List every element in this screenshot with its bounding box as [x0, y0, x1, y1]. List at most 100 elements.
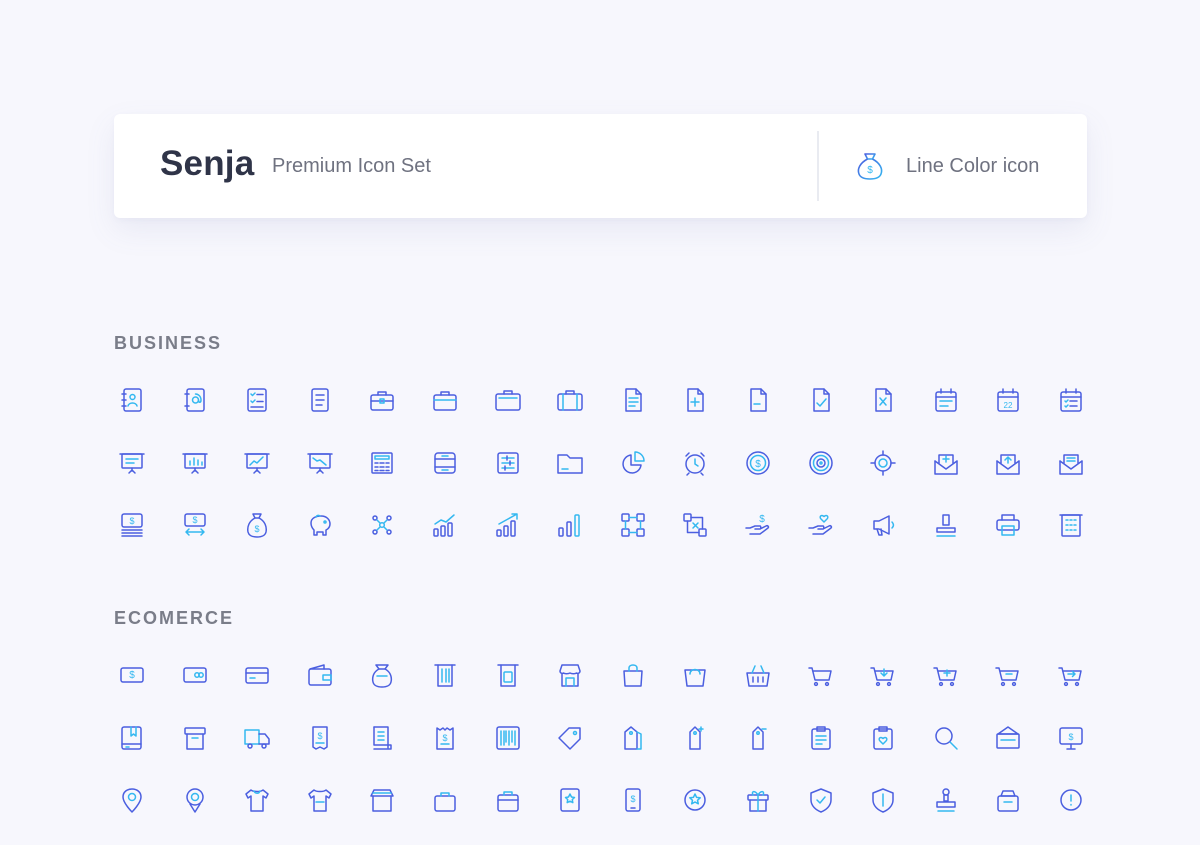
location-pin-alt-icon [177, 782, 213, 818]
contact-book-icon [114, 382, 150, 418]
wallet-icon [302, 657, 338, 693]
briefcase-wide-icon [490, 382, 526, 418]
briefcase-icon [364, 382, 400, 418]
search-icon [928, 720, 964, 756]
svg-text:$: $ [442, 733, 447, 743]
clock-info-icon [1053, 782, 1089, 818]
building-icon [1053, 507, 1089, 543]
flow-cancel-icon [677, 507, 713, 543]
shopping-cart-icon [803, 657, 839, 693]
delivery-truck-icon [239, 720, 275, 756]
mail-open-icon [1053, 445, 1089, 481]
double-tag-icon [615, 720, 651, 756]
crosshair-icon [865, 445, 901, 481]
package-box-icon [177, 720, 213, 756]
catalog-book-icon [114, 720, 150, 756]
divider [817, 131, 819, 201]
bill-dollar-icon: $ [427, 720, 463, 756]
header-card: Senja Premium Icon Set $ Line Color icon [114, 114, 1087, 218]
address-book-at-icon [177, 382, 213, 418]
svg-text:$: $ [759, 514, 765, 525]
weight-scale-icon [990, 782, 1026, 818]
ecomerce-icon-grid: $ $ $ $ $ [114, 657, 1100, 845]
folder-icon [552, 445, 588, 481]
shop-sign-icon [990, 720, 1026, 756]
section-title-business: BUSINESS [114, 333, 223, 353]
cash-stack-icon: $ [114, 507, 150, 543]
presentation-board-icon [114, 445, 150, 481]
document-text-icon [615, 382, 651, 418]
shield-check-icon [803, 782, 839, 818]
mail-upload-icon [990, 445, 1026, 481]
brand-subtitle: Premium Icon Set [272, 155, 431, 177]
piggy-bank-icon [302, 507, 338, 543]
printer-icon [990, 507, 1026, 543]
cart-forward-icon [1053, 657, 1089, 693]
alarm-clock-icon [677, 445, 713, 481]
star-badge-icon [677, 782, 713, 818]
bag-handle-alt-icon [490, 782, 526, 818]
calculator-icon [364, 445, 400, 481]
svg-text:$: $ [317, 731, 322, 741]
document-check-icon [803, 382, 839, 418]
gift-box-icon [740, 782, 776, 818]
svg-text:$: $ [755, 459, 761, 470]
cart-download-icon [865, 657, 901, 693]
network-nodes-icon [364, 507, 400, 543]
cart-remove-icon [990, 657, 1026, 693]
money-bag-icon: $ [852, 147, 888, 183]
briefcase-bar-icon [427, 382, 463, 418]
clipboard-heart-icon [865, 720, 901, 756]
calendar-list-icon [1053, 382, 1089, 418]
shield-secure-icon [865, 782, 901, 818]
shopping-bag-icon [615, 657, 651, 693]
bar-growth-arrow-icon [490, 507, 526, 543]
bar-growth-icon [427, 507, 463, 543]
coin-pouch-icon [364, 657, 400, 693]
price-tag-icon [552, 720, 588, 756]
phone-dollar-icon: $ [615, 782, 651, 818]
receipt-icon [364, 720, 400, 756]
presentation-chart-icon [177, 445, 213, 481]
calendar-icon [928, 382, 964, 418]
bag-handle-icon [427, 782, 463, 818]
tag-remove-icon [740, 720, 776, 756]
receipt-printer-icon [427, 657, 463, 693]
document-remove-icon [740, 382, 776, 418]
presentation-growth-icon [239, 445, 275, 481]
section-title-ecomerce: ECOMERCE [114, 608, 235, 628]
svg-text:$: $ [630, 794, 635, 804]
coin-dollar-icon: $ [740, 445, 776, 481]
cart-add-icon [928, 657, 964, 693]
svg-text:$: $ [129, 670, 135, 681]
basket-icon [740, 657, 776, 693]
money-transfer-icon: $ [177, 507, 213, 543]
tote-bag-icon [677, 657, 713, 693]
archive-box-icon [427, 445, 463, 481]
stamp-icon [928, 507, 964, 543]
calendar-date-icon: 22 [990, 382, 1026, 418]
svg-text:$: $ [192, 515, 197, 525]
svg-text:$: $ [129, 516, 134, 526]
hand-dollar-icon: $ [740, 507, 776, 543]
svg-text:22: 22 [1004, 401, 1013, 410]
document-lines-icon [302, 382, 338, 418]
svg-text:$: $ [867, 165, 873, 176]
hand-heart-icon [803, 507, 839, 543]
invoice-dollar-icon: $ [302, 720, 338, 756]
mail-add-icon [928, 445, 964, 481]
store-icon [552, 657, 588, 693]
pie-chart-icon [615, 445, 651, 481]
t-shirt-icon [239, 782, 275, 818]
storefront-icon [364, 782, 400, 818]
target-icon [803, 445, 839, 481]
checklist-icon [239, 382, 275, 418]
svg-text:$: $ [255, 524, 260, 534]
monitor-dollar-icon: $ [1053, 720, 1089, 756]
bar-chart-icon [552, 507, 588, 543]
business-icon-grid: 22 $ $ $ $ $ [114, 382, 1100, 570]
list-board-icon [490, 445, 526, 481]
megaphone-icon [865, 507, 901, 543]
t-shirt-alt-icon [302, 782, 338, 818]
badge-star-icon [552, 782, 588, 818]
